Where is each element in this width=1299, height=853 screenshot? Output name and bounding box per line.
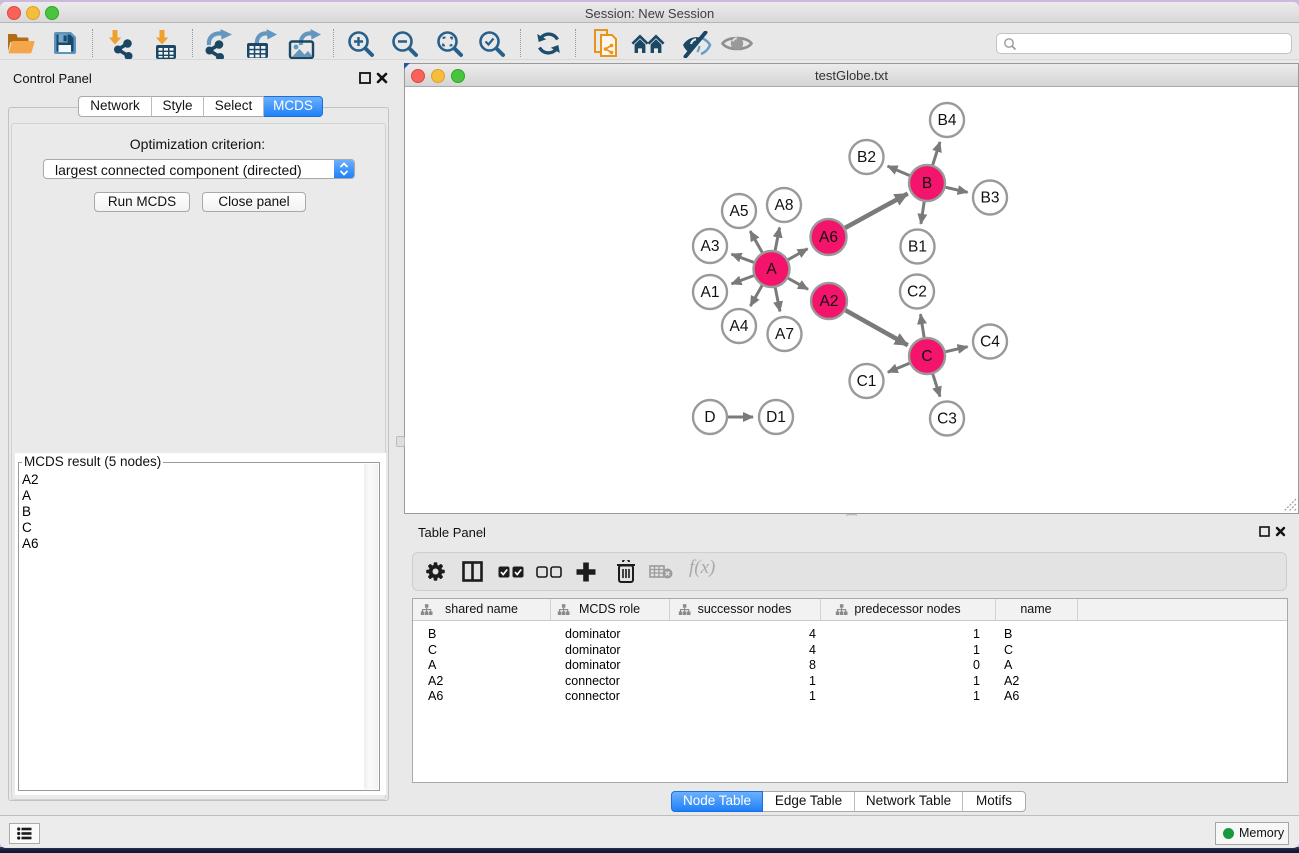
svg-text:A8: A8 xyxy=(775,197,794,214)
svg-text:A4: A4 xyxy=(730,318,749,335)
svg-text:D1: D1 xyxy=(766,409,786,426)
svg-text:C4: C4 xyxy=(980,334,1000,351)
svg-text:C3: C3 xyxy=(937,411,957,428)
svg-text:A1: A1 xyxy=(701,284,720,301)
svg-text:A2: A2 xyxy=(820,293,839,310)
svg-text:B2: B2 xyxy=(857,149,876,166)
svg-text:C: C xyxy=(921,348,932,365)
svg-text:C1: C1 xyxy=(857,373,877,390)
svg-text:A7: A7 xyxy=(775,326,794,343)
svg-text:C2: C2 xyxy=(907,284,927,301)
svg-text:B: B xyxy=(922,175,932,192)
svg-text:A6: A6 xyxy=(819,229,838,246)
svg-text:B3: B3 xyxy=(981,190,1000,207)
svg-text:A5: A5 xyxy=(730,203,749,220)
svg-text:B1: B1 xyxy=(908,239,927,256)
svg-text:A3: A3 xyxy=(701,238,720,255)
svg-text:B4: B4 xyxy=(938,112,957,129)
svg-text:D: D xyxy=(704,409,715,426)
svg-text:A: A xyxy=(766,261,777,278)
